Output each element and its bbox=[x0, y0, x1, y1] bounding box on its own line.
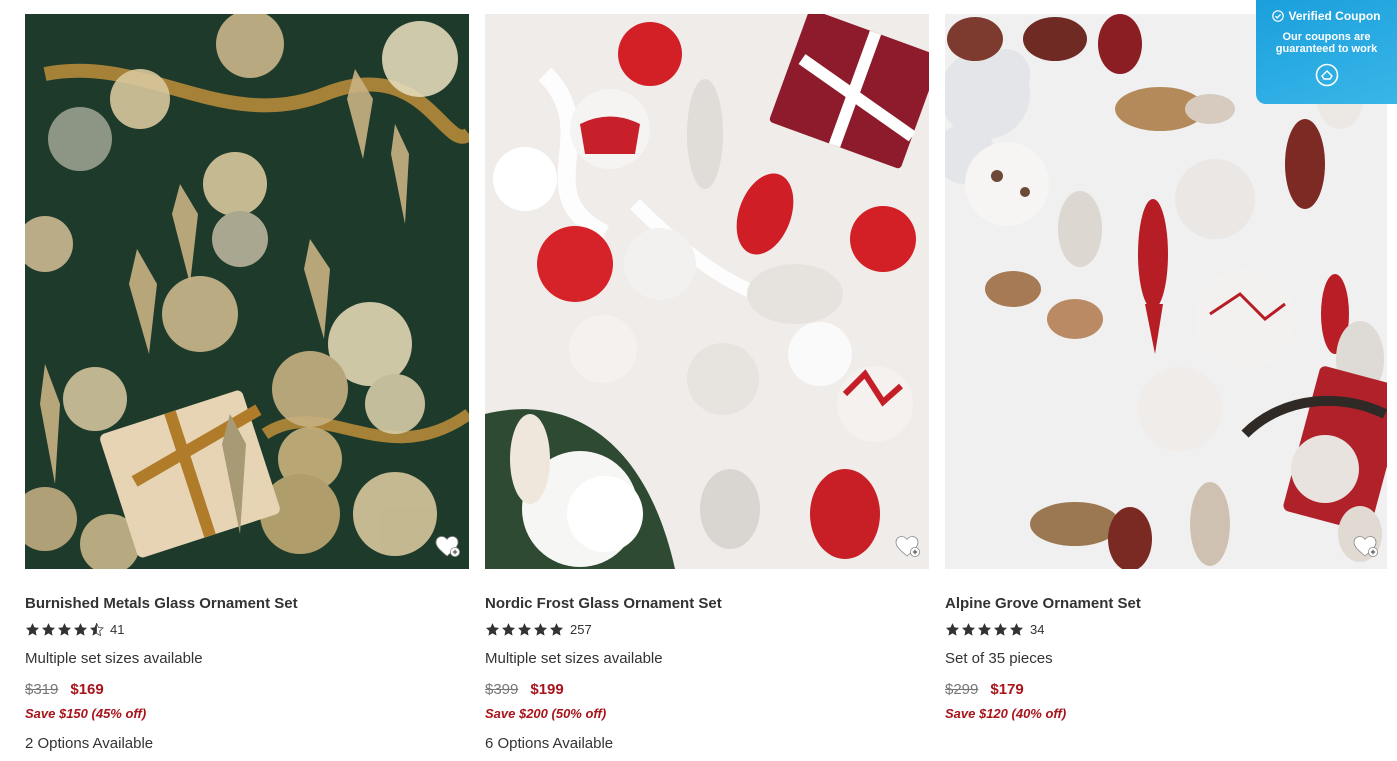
heart-plus-icon[interactable] bbox=[895, 535, 921, 559]
product-card[interactable]: Alpine Grove Ornament Set 34 Set of 35 p… bbox=[945, 14, 1387, 721]
star-icon bbox=[25, 622, 40, 636]
sale-price: $199 bbox=[530, 681, 564, 698]
verified-coupon-badge[interactable]: Verified Coupon Our coupons are guarante… bbox=[1256, 0, 1397, 104]
star-icon bbox=[57, 622, 72, 636]
product-rating[interactable]: 41 bbox=[25, 621, 469, 637]
heart-plus-icon[interactable] bbox=[435, 535, 461, 559]
star-icon bbox=[73, 622, 88, 636]
price-block: $399 $199 bbox=[485, 681, 929, 698]
rating-stars bbox=[25, 622, 104, 637]
original-price: $319 bbox=[25, 681, 59, 698]
product-image[interactable] bbox=[485, 14, 929, 569]
coupon-line-2: guaranteed to work bbox=[1275, 43, 1378, 55]
star-icon bbox=[945, 622, 960, 636]
star-icon bbox=[549, 622, 564, 636]
star-icon bbox=[485, 622, 500, 636]
savings-text: Save $120 (40% off) bbox=[945, 706, 1067, 721]
star-icon bbox=[533, 622, 548, 636]
rating-stars bbox=[485, 622, 564, 637]
options-available[interactable]: 6 Options Available bbox=[485, 735, 929, 752]
review-count: 34 bbox=[1030, 621, 1045, 637]
savings-text: Save $150 (45% off) bbox=[25, 706, 147, 721]
check-circle-icon bbox=[1272, 10, 1285, 22]
ornament-photo bbox=[25, 14, 469, 569]
product-title[interactable]: Nordic Frost Glass Ornament Set bbox=[485, 595, 929, 612]
options-available[interactable]: 2 Options Available bbox=[25, 735, 469, 752]
star-half-icon bbox=[89, 622, 104, 636]
original-price: $399 bbox=[485, 681, 519, 698]
ornament-photo bbox=[485, 14, 929, 569]
review-count: 257 bbox=[570, 621, 592, 637]
star-icon bbox=[993, 622, 1008, 636]
rating-stars bbox=[945, 622, 1024, 637]
original-price: $299 bbox=[945, 681, 979, 698]
product-description: Multiple set sizes available bbox=[25, 650, 203, 667]
star-icon bbox=[1009, 622, 1024, 636]
price-block: $319 $169 bbox=[25, 681, 469, 698]
product-image[interactable] bbox=[25, 14, 469, 569]
price-block: $299 $179 bbox=[945, 681, 1387, 698]
coupon-title: Verified Coupon bbox=[1288, 9, 1381, 23]
product-title[interactable]: Burnished Metals Glass Ornament Set bbox=[25, 595, 469, 612]
star-icon bbox=[961, 622, 976, 636]
sale-price: $179 bbox=[990, 681, 1024, 698]
coupon-header: Verified Coupon bbox=[1256, 9, 1397, 23]
product-description: Multiple set sizes available bbox=[485, 650, 663, 667]
star-icon bbox=[501, 622, 516, 636]
star-icon bbox=[41, 622, 56, 636]
star-icon bbox=[977, 622, 992, 636]
savings-text: Save $200 (50% off) bbox=[485, 706, 607, 721]
star-icon bbox=[517, 622, 532, 636]
product-description: Set of 35 pieces bbox=[945, 650, 1053, 667]
heart-plus-icon[interactable] bbox=[1353, 535, 1379, 559]
product-card[interactable]: Nordic Frost Glass Ornament Set 257 Mult… bbox=[485, 14, 929, 752]
coupon-logo-icon bbox=[1315, 63, 1338, 87]
coupon-subtext: Our coupons are guaranteed to work bbox=[1256, 31, 1397, 55]
product-card[interactable]: Burnished Metals Glass Ornament Set 41 M… bbox=[25, 14, 469, 752]
product-rating[interactable]: 34 bbox=[945, 621, 1387, 637]
product-rating[interactable]: 257 bbox=[485, 621, 929, 637]
sale-price: $169 bbox=[70, 681, 104, 698]
product-title[interactable]: Alpine Grove Ornament Set bbox=[945, 595, 1387, 612]
product-grid: Burnished Metals Glass Ornament Set 41 M… bbox=[0, 0, 1397, 761]
coupon-line-1: Our coupons are bbox=[1282, 31, 1371, 43]
review-count: 41 bbox=[110, 621, 125, 637]
